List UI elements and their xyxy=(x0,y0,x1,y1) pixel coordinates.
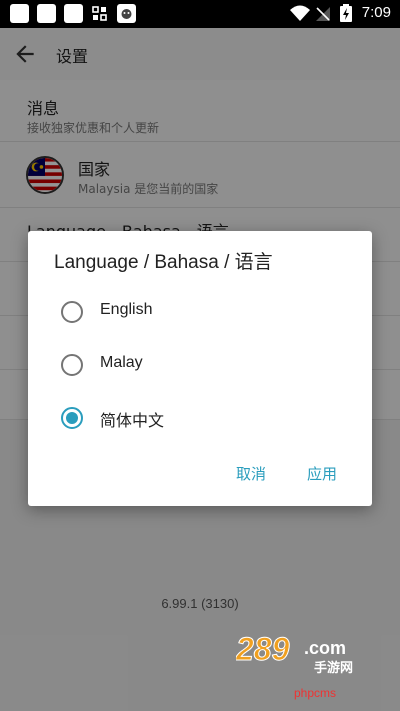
apps-icon xyxy=(92,6,107,21)
language-option-english[interactable]: English xyxy=(28,286,372,338)
status-bar: 7:09 xyxy=(0,0,400,28)
app-notification-icon xyxy=(117,4,136,23)
cancel-button[interactable]: 取消 xyxy=(236,463,266,484)
battery-charging-icon xyxy=(340,4,352,22)
svg-text:289: 289 xyxy=(236,631,290,667)
dialog-title: Language / Bahasa / 语言 xyxy=(54,252,273,273)
wifi-icon xyxy=(290,5,310,21)
language-option-malay[interactable]: Malay xyxy=(28,339,372,391)
svg-text:.com: .com xyxy=(304,638,346,658)
radio-button-selected[interactable] xyxy=(61,407,83,429)
language-dialog: Language / Bahasa / 语言 English Malay 简体中… xyxy=(28,231,372,506)
notification-icon xyxy=(10,4,29,23)
clock: 7:09 xyxy=(361,4,391,21)
signal-off-icon xyxy=(316,7,330,21)
language-option-chinese[interactable]: 简体中文 xyxy=(28,392,372,444)
radio-button[interactable] xyxy=(61,354,83,376)
radio-button[interactable] xyxy=(61,301,83,323)
notification-icon xyxy=(37,4,56,23)
watermark-text: phpcms xyxy=(294,686,337,700)
apply-button[interactable]: 应用 xyxy=(307,463,337,484)
svg-text:手游网: 手游网 xyxy=(314,660,353,676)
option-label: English xyxy=(100,301,153,318)
notification-icon xyxy=(64,4,83,23)
option-label: 简体中文 xyxy=(100,413,165,430)
option-label: Malay xyxy=(100,354,143,371)
watermark-logo: 289 .com 手游网 xyxy=(236,631,353,677)
